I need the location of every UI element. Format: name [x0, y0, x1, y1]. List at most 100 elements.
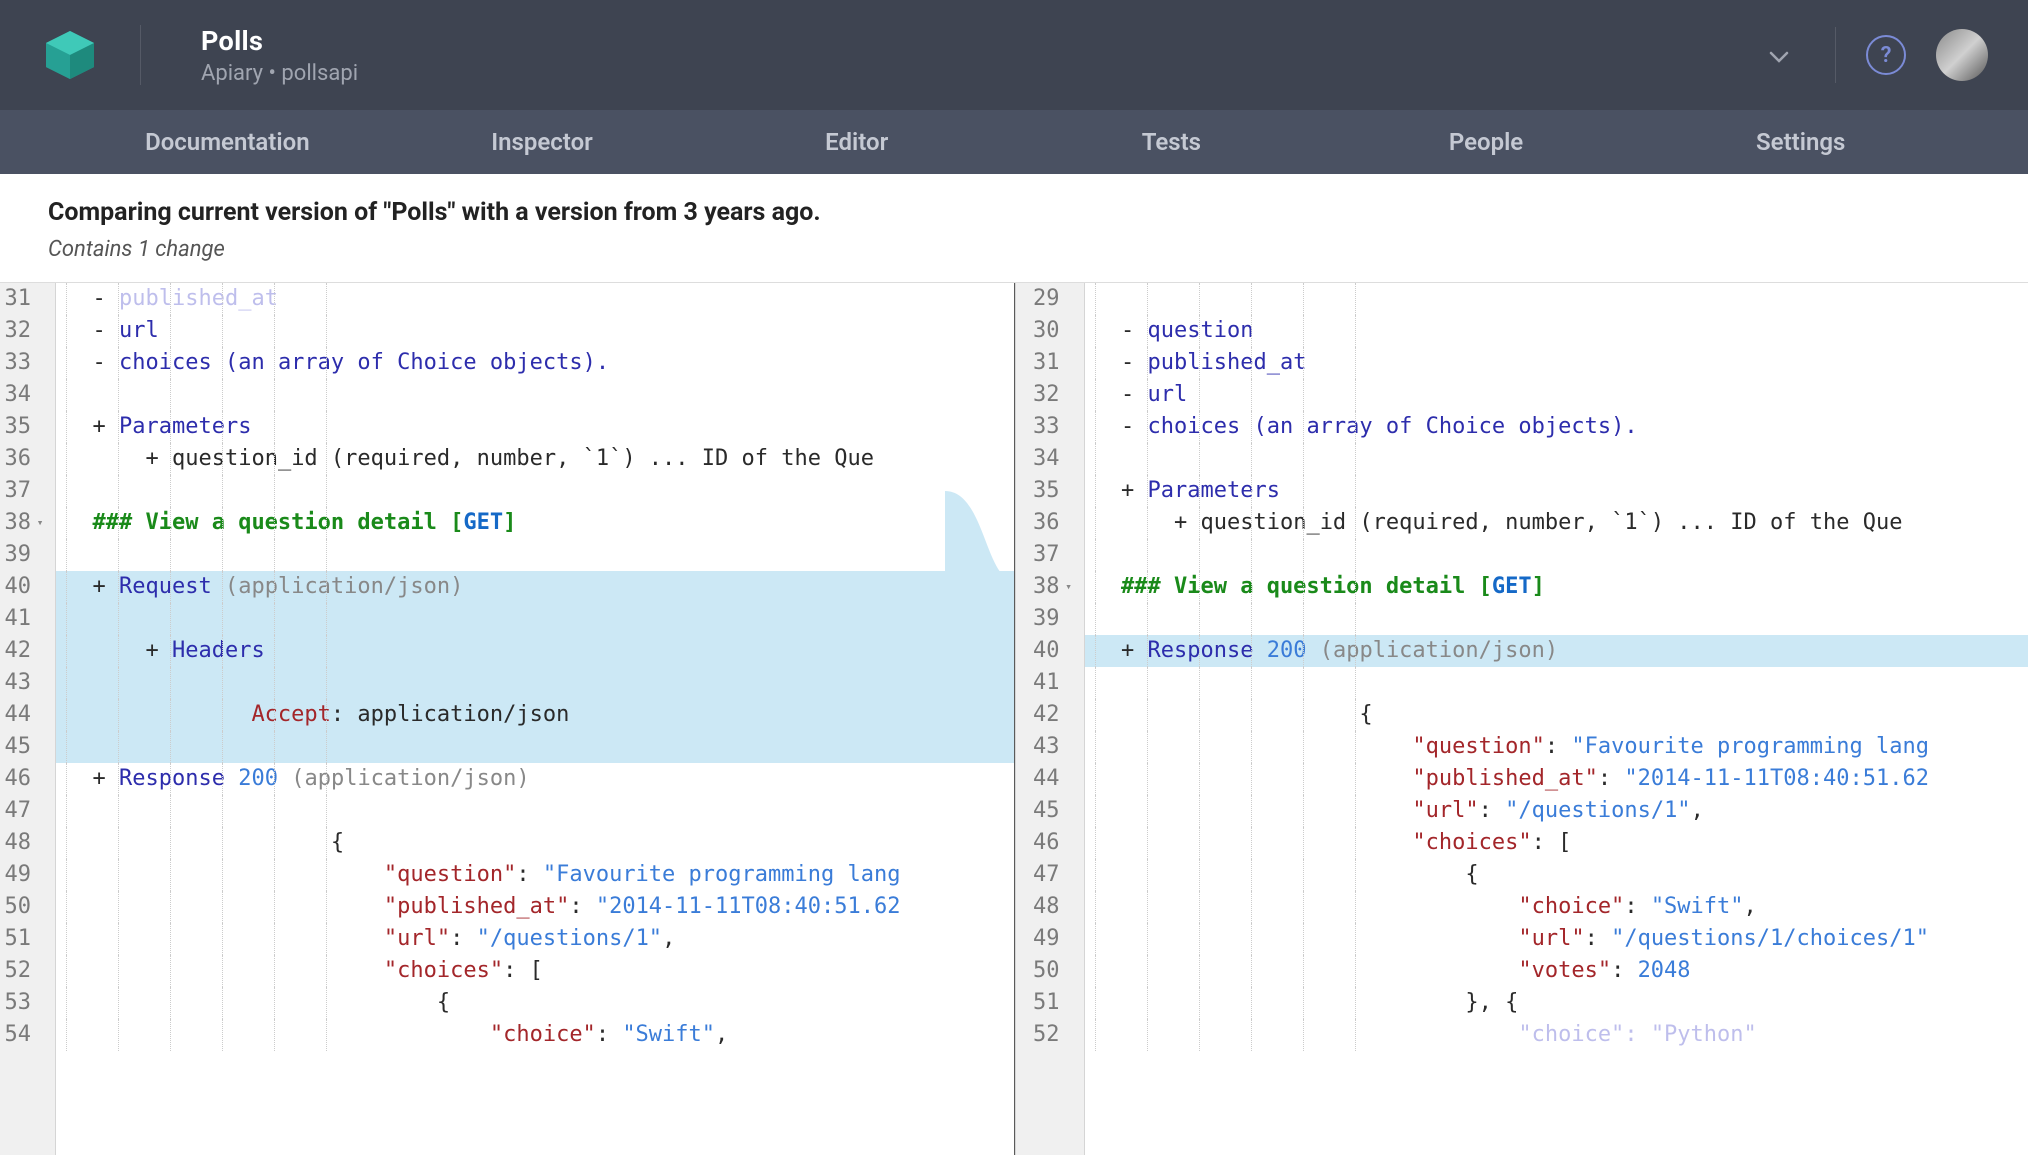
code-line[interactable]: "votes": 2048 [1085, 955, 2028, 987]
code-line[interactable]: "choice": "Swift", [1085, 891, 2028, 923]
code-line[interactable]: { [56, 827, 1014, 859]
line-number: 29 [1020, 283, 1076, 315]
line-number: 48 [1020, 891, 1076, 923]
code-line[interactable]: { [1085, 699, 2028, 731]
line-number: 50 [4, 891, 47, 923]
code-line[interactable]: + Response 200 (application/json) [1085, 635, 2028, 667]
divider [1835, 27, 1836, 83]
code-line[interactable] [1085, 443, 2028, 475]
line-number: 43 [4, 667, 47, 699]
code-line[interactable]: "url": "/questions/1", [1085, 795, 2028, 827]
project-dropdown[interactable] [1753, 33, 1805, 77]
code-line[interactable]: - question [1085, 315, 2028, 347]
compare-subtitle: Contains 1 change [48, 237, 1980, 262]
line-number: 38▾ [1020, 571, 1076, 603]
line-number: 43 [1020, 731, 1076, 763]
code-area-right[interactable]: - question - published_at - url - choice… [1085, 283, 2028, 1155]
line-number: 49 [4, 859, 47, 891]
fold-toggle-icon[interactable]: ▾ [33, 507, 47, 539]
project-subtitle: Apiary • pollsapi [201, 61, 1753, 86]
code-line[interactable]: + Parameters [56, 411, 1014, 443]
tab-settings[interactable]: Settings [1643, 128, 1958, 156]
code-line[interactable] [1085, 603, 2028, 635]
code-line[interactable]: - url [1085, 379, 2028, 411]
apiary-logo-icon [40, 25, 100, 85]
line-number: 37 [1020, 539, 1076, 571]
tab-tests[interactable]: Tests [1014, 128, 1329, 156]
user-avatar[interactable] [1936, 29, 1988, 81]
code-line[interactable]: "choices": [ [56, 955, 1014, 987]
logo[interactable] [40, 25, 100, 85]
code-line[interactable]: - url [56, 315, 1014, 347]
code-line[interactable]: "choice": "Python" [1085, 1019, 2028, 1051]
code-line[interactable]: "url": "/questions/1/choices/1" [1085, 923, 2028, 955]
line-number: 41 [4, 603, 47, 635]
code-line[interactable]: "question": "Favourite programming lang [1085, 731, 2028, 763]
code-line[interactable] [56, 539, 1014, 571]
line-number: 46 [1020, 827, 1076, 859]
line-number: 31 [4, 283, 47, 315]
code-line[interactable]: "choices": [ [1085, 827, 2028, 859]
code-line[interactable]: "published_at": "2014-11-11T08:40:51.62 [56, 891, 1014, 923]
code-line[interactable]: + question_id (required, number, `1`) ..… [1085, 507, 2028, 539]
code-line[interactable]: - choices (an array of Choice objects). [1085, 411, 2028, 443]
code-line[interactable]: Accept: application/json [56, 699, 1014, 731]
code-line[interactable] [56, 475, 1014, 507]
code-line[interactable]: + Response 200 (application/json) [56, 763, 1014, 795]
code-line[interactable] [56, 731, 1014, 763]
code-line[interactable]: "published_at": "2014-11-11T08:40:51.62 [1085, 763, 2028, 795]
code-line[interactable] [56, 667, 1014, 699]
code-line[interactable]: { [1085, 859, 2028, 891]
line-number: 35 [1020, 475, 1076, 507]
code-line[interactable]: + Request (application/json) [56, 571, 1014, 603]
line-number: 31 [1020, 347, 1076, 379]
line-number: 35 [4, 411, 47, 443]
code-line[interactable]: + Parameters [1085, 475, 2028, 507]
tab-editor[interactable]: Editor [699, 128, 1014, 156]
code-line[interactable]: - published_at [1085, 347, 2028, 379]
tab-inspector[interactable]: Inspector [385, 128, 700, 156]
line-number: 33 [4, 347, 47, 379]
line-number: 37 [4, 475, 47, 507]
line-number: 42 [4, 635, 47, 667]
tab-documentation[interactable]: Documentation [70, 128, 385, 156]
line-number: 41 [1020, 667, 1076, 699]
code-line[interactable] [56, 603, 1014, 635]
code-line[interactable]: "question": "Favourite programming lang [56, 859, 1014, 891]
line-number: 53 [4, 987, 47, 1019]
compare-header: Comparing current version of "Polls" wit… [0, 174, 2028, 283]
tab-people[interactable]: People [1329, 128, 1644, 156]
line-number: 30 [1020, 315, 1076, 347]
diff-pane-left[interactable]: 3132333435363738▾39404142434445464748495… [0, 283, 1015, 1155]
code-line[interactable]: { [56, 987, 1014, 1019]
line-number: 45 [4, 731, 47, 763]
line-number: 40 [1020, 635, 1076, 667]
code-line[interactable]: - choices (an array of Choice objects). [56, 347, 1014, 379]
line-number: 44 [1020, 763, 1076, 795]
code-line[interactable]: + Headers [56, 635, 1014, 667]
code-line[interactable]: + question_id (required, number, `1`) ..… [56, 443, 1014, 475]
fold-toggle-icon[interactable]: ▾ [1062, 571, 1076, 603]
code-line[interactable]: }, { [1085, 987, 2028, 1019]
line-number: 51 [1020, 987, 1076, 1019]
line-number: 34 [4, 379, 47, 411]
code-area-left[interactable]: - published_at - url - choices (an array… [56, 283, 1014, 1155]
code-line[interactable] [1085, 667, 2028, 699]
code-line[interactable]: - published_at [56, 283, 1014, 315]
diff-pane-right[interactable]: 29303132333435363738▾3940414243444546474… [1015, 283, 2028, 1155]
help-button[interactable]: ? [1866, 35, 1906, 75]
compare-title: Comparing current version of "Polls" wit… [48, 198, 1980, 227]
code-line[interactable] [56, 795, 1014, 827]
line-number: 36 [4, 443, 47, 475]
code-line[interactable]: "url": "/questions/1", [56, 923, 1014, 955]
code-line[interactable]: ### View a question detail [GET] [56, 507, 1014, 539]
code-line[interactable] [1085, 283, 2028, 315]
line-number: 36 [1020, 507, 1076, 539]
code-line[interactable] [1085, 539, 2028, 571]
project-title-block[interactable]: Polls Apiary • pollsapi [201, 25, 1753, 86]
code-line[interactable] [56, 379, 1014, 411]
code-line[interactable]: "choice": "Swift", [56, 1019, 1014, 1051]
line-number: 32 [1020, 379, 1076, 411]
line-number: 44 [4, 699, 47, 731]
code-line[interactable]: ### View a question detail [GET] [1085, 571, 2028, 603]
